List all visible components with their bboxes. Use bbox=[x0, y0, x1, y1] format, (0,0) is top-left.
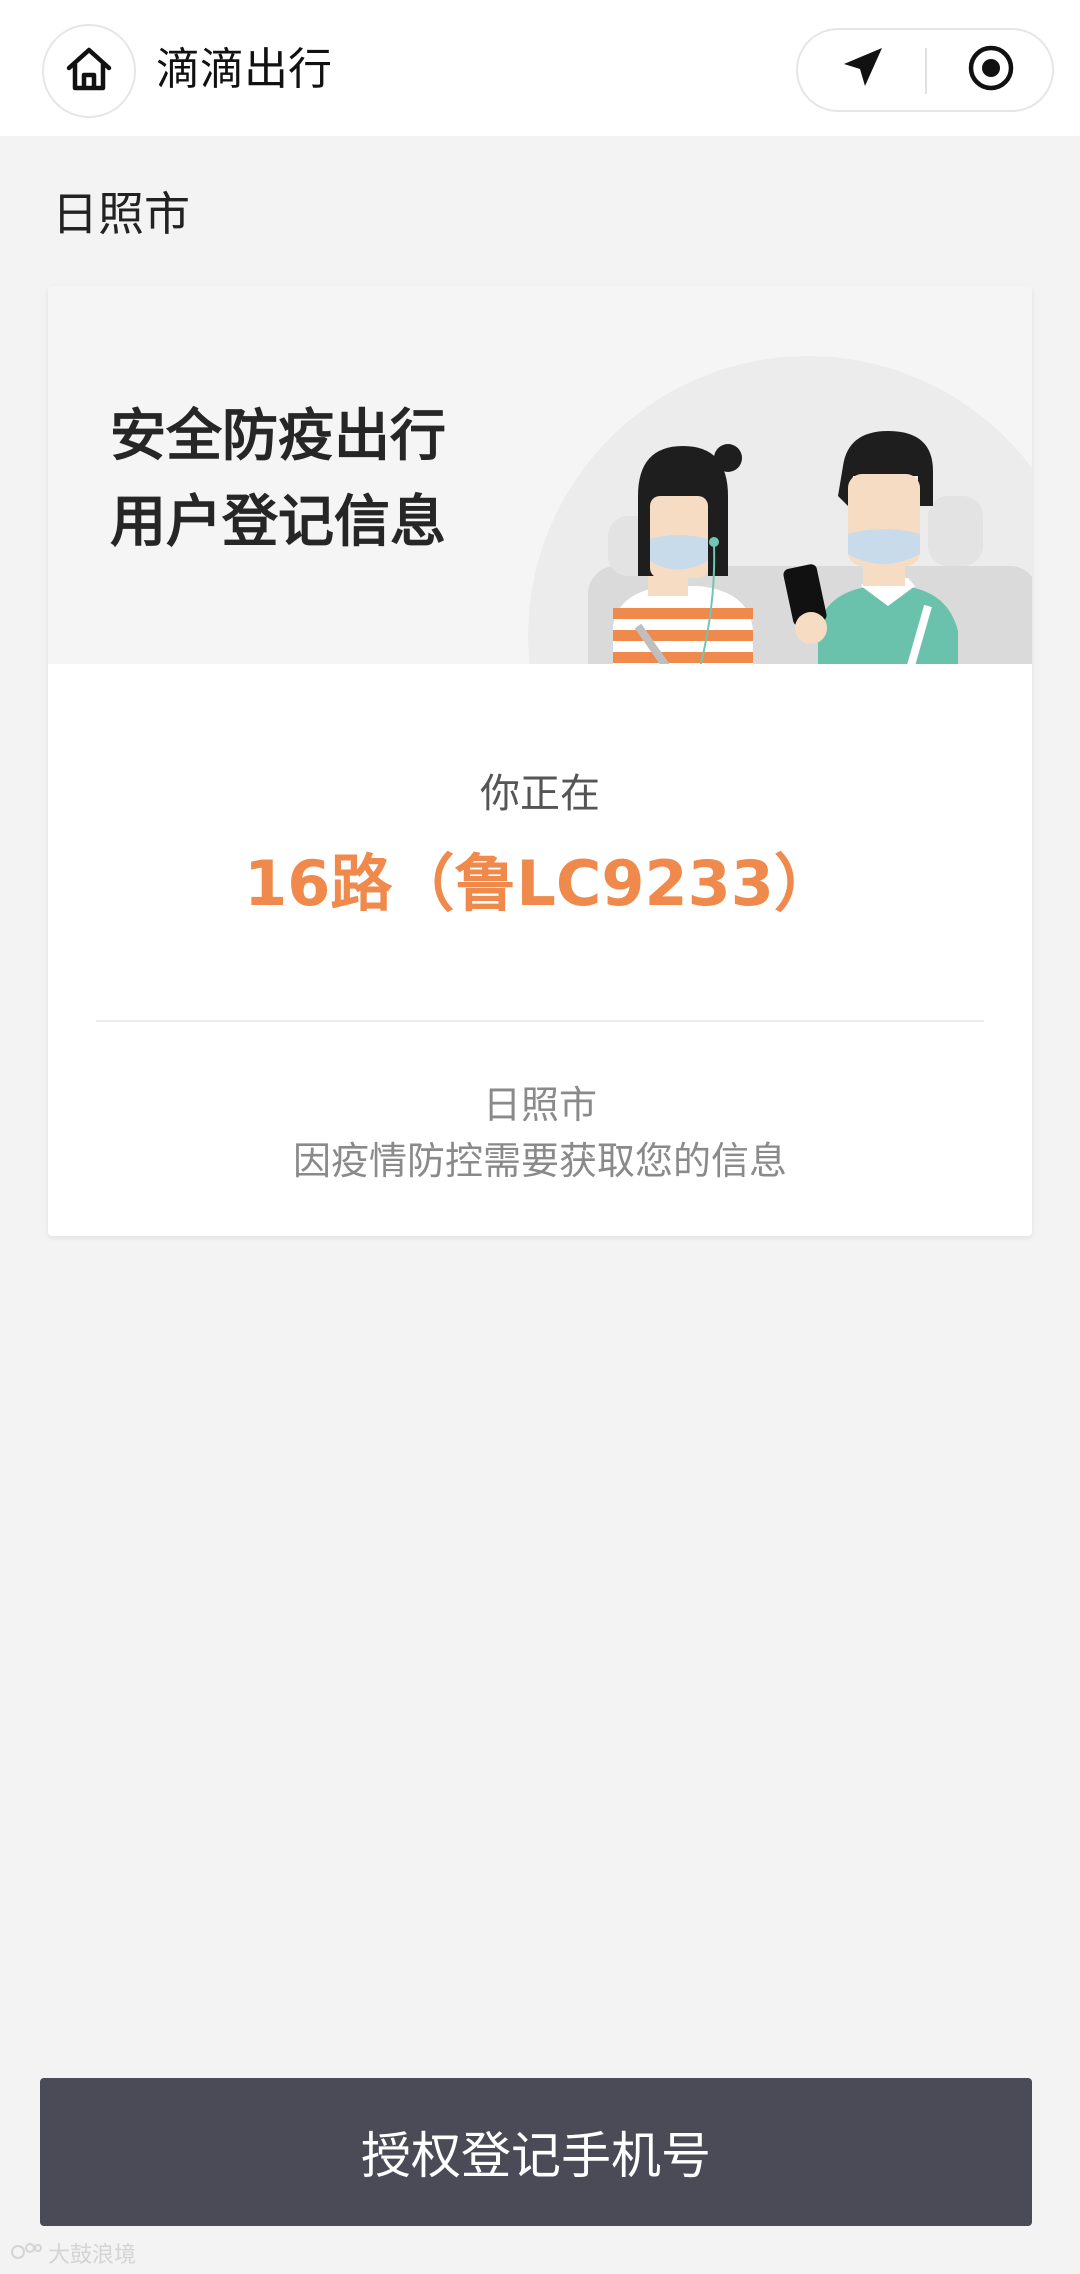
banner-line-2: 用户登记信息 bbox=[110, 490, 446, 555]
safety-banner: 安全防疫出行 用户登记信息 bbox=[48, 286, 1032, 664]
location-button[interactable] bbox=[798, 30, 925, 110]
app-title: 滴滴出行 bbox=[156, 44, 332, 95]
capsule-menu bbox=[796, 28, 1054, 112]
close-miniprogram-button[interactable] bbox=[927, 30, 1054, 110]
banner-line-1: 安全防疫出行 bbox=[110, 404, 446, 469]
home-button[interactable] bbox=[42, 24, 136, 118]
top-bar: 滴滴出行 bbox=[0, 0, 1080, 136]
watermark: 大鼓浪境 bbox=[10, 2240, 136, 2272]
bus-line-plate: 16路（鲁LC9233） bbox=[244, 847, 836, 920]
authorize-phone-button[interactable]: 授权登记手机号 bbox=[40, 2078, 1032, 2226]
registration-card: 安全防疫出行 用户登记信息 你正在 16路（鲁LC9233） 日照市 因疫情防控… bbox=[48, 286, 1032, 1236]
info-city: 日照市 bbox=[482, 1083, 597, 1127]
record-target-icon bbox=[966, 43, 1016, 97]
watermark-text: 大鼓浪境 bbox=[48, 2243, 137, 2268]
watermark-logo-icon bbox=[10, 2240, 44, 2272]
you-are-on-label: 你正在 bbox=[480, 771, 600, 817]
banner-heading: 安全防疫出行 用户登记信息 bbox=[110, 394, 446, 566]
masked-passengers-illustration bbox=[488, 346, 1032, 664]
city-label: 日照市 bbox=[52, 187, 190, 241]
info-reason: 因疫情防控需要获取您的信息 bbox=[292, 1139, 787, 1183]
card-divider bbox=[96, 1020, 984, 1022]
navigation-arrow-icon bbox=[838, 44, 886, 96]
home-icon bbox=[64, 44, 114, 98]
